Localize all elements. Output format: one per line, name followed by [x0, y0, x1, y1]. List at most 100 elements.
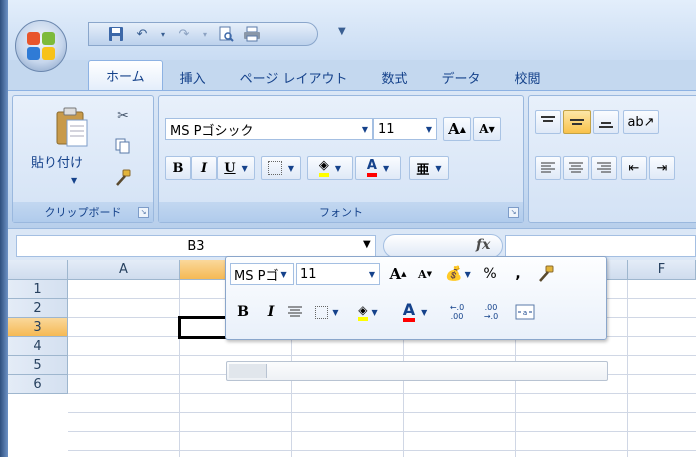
mini-font-color-dropdown-icon[interactable]: ▼: [421, 308, 427, 317]
italic-button[interactable]: I: [191, 156, 217, 180]
underline-button[interactable]: U ▼: [217, 156, 255, 180]
tab-review[interactable]: 校閲: [498, 64, 558, 90]
borders-dropdown-icon[interactable]: ▼: [288, 164, 294, 173]
font-dialog-launcher-icon[interactable]: ↘: [508, 207, 519, 218]
mini-bold-button[interactable]: B: [232, 301, 254, 323]
redo-dropdown-icon[interactable]: ▾: [201, 26, 209, 42]
mini-center-button[interactable]: [284, 301, 306, 323]
fill-color-dropdown-icon[interactable]: ▼: [335, 164, 341, 173]
mini-borders-dropdown-icon[interactable]: ▼: [332, 308, 338, 317]
tab-page-layout[interactable]: ページ レイアウト: [223, 64, 365, 90]
mini-font-name-dropdown-icon[interactable]: ▼: [280, 270, 286, 279]
mini-grow-font-button[interactable]: A ▲: [386, 263, 410, 285]
office-button[interactable]: [15, 20, 67, 72]
orientation-button[interactable]: ab↗: [623, 110, 659, 134]
align-center-button[interactable]: [563, 156, 589, 180]
bold-button[interactable]: B: [165, 156, 191, 180]
mini-decrease-decimal-button[interactable]: .00 →.0: [476, 301, 506, 323]
grow-font-button[interactable]: A ▲: [443, 117, 471, 141]
borders-button[interactable]: ▼: [261, 156, 301, 180]
increase-indent-button[interactable]: ⇥: [649, 156, 675, 180]
align-right-button[interactable]: [591, 156, 617, 180]
cut-icon[interactable]: ✂: [113, 106, 133, 126]
paste-button-label[interactable]: 貼り付け: [31, 152, 83, 171]
row-header-5[interactable]: 5: [8, 356, 68, 375]
align-left-icon: [541, 162, 555, 173]
font-name-combo[interactable]: MS Pゴシック ▼: [165, 118, 373, 140]
mini-merge-center-button[interactable]: a: [512, 301, 538, 323]
align-center-icon: [569, 162, 583, 173]
row-header-3[interactable]: 3: [8, 318, 68, 337]
mini-format-painter-button[interactable]: [534, 263, 558, 285]
font-color-icon: A: [366, 159, 377, 177]
mini-percent-button[interactable]: %: [478, 263, 502, 285]
phonetic-button[interactable]: 亜 ▼: [409, 156, 449, 180]
input-suggestion-strip[interactable]: [226, 361, 608, 381]
redo-icon[interactable]: ↷: [175, 26, 193, 42]
name-box[interactable]: B3: [16, 235, 376, 257]
quick-access-toolbar: ↶ ▾ ↷ ▾: [88, 22, 318, 46]
row-header-1[interactable]: 1: [8, 280, 68, 299]
formula-input[interactable]: [505, 235, 696, 257]
row-header-2[interactable]: 2: [8, 299, 68, 318]
increase-indent-icon: ⇥: [656, 160, 668, 176]
clipboard-group-label: クリップボード: [13, 202, 153, 222]
row-header-4[interactable]: 4: [8, 337, 68, 356]
font-color-button[interactable]: A ▼: [355, 156, 401, 180]
print-preview-icon[interactable]: [217, 26, 235, 42]
tab-data[interactable]: データ: [425, 64, 498, 90]
customize-qat-icon[interactable]: ▼: [338, 26, 346, 37]
paste-icon[interactable]: [55, 106, 89, 147]
mini-increase-decimal-button[interactable]: ←.0 .00: [442, 301, 472, 323]
mini-fill-bucket-icon: ◈: [358, 303, 368, 321]
select-all-corner[interactable]: [8, 260, 68, 280]
mini-fill-color-button[interactable]: ◈ ▼: [348, 301, 388, 323]
align-left-button[interactable]: [535, 156, 561, 180]
mini-font-size-dropdown-icon[interactable]: ▼: [369, 270, 375, 279]
clipboard-dialog-launcher-icon[interactable]: ↘: [138, 207, 149, 218]
mini-italic-button[interactable]: I: [260, 301, 282, 323]
accounting-format-dropdown-icon[interactable]: ▼: [465, 270, 471, 279]
format-painter-icon[interactable]: [113, 168, 133, 188]
mini-font-size-combo[interactable]: 11 ▼: [296, 263, 380, 285]
font-size-dropdown-icon[interactable]: ▼: [422, 119, 436, 139]
name-box-dropdown-icon[interactable]: ▼: [363, 239, 371, 250]
align-top-icon: [541, 116, 555, 122]
mini-accounting-format-button[interactable]: 💰 ▼: [440, 263, 476, 285]
align-right-icon: [597, 162, 611, 173]
tab-formulas[interactable]: 数式: [365, 64, 425, 90]
mini-fill-color-dropdown-icon[interactable]: ▼: [372, 308, 378, 317]
row-header-6[interactable]: 6: [8, 375, 68, 394]
undo-dropdown-icon[interactable]: ▾: [159, 26, 167, 42]
font-size-combo[interactable]: 11 ▼: [373, 118, 437, 140]
undo-icon[interactable]: ↶: [133, 26, 151, 42]
phonetic-dropdown-icon[interactable]: ▼: [435, 164, 441, 173]
copy-icon[interactable]: [113, 136, 133, 156]
mini-toolbar: MS Pゴ ▼ 11 ▼ A ▲ A ▼ 💰 ▼ % , B I ▼ ◈ ▼ A ▼: [225, 256, 607, 340]
insert-function-icon[interactable]: fx: [476, 237, 490, 253]
quick-print-icon[interactable]: [243, 26, 261, 42]
fill-color-button[interactable]: ◈ ▼: [307, 156, 353, 180]
mini-shrink-font-button[interactable]: A ▼: [414, 263, 436, 285]
clipboard-group: 貼り付け ▼ ✂ クリップボード ↘: [12, 95, 154, 223]
font-color-dropdown-icon[interactable]: ▼: [383, 164, 389, 173]
borders-icon: [267, 161, 282, 175]
align-bottom-button[interactable]: [593, 110, 619, 134]
decrease-indent-button[interactable]: ⇤: [621, 156, 647, 180]
underline-dropdown-icon[interactable]: ▼: [242, 164, 248, 173]
paste-dropdown-icon[interactable]: ▼: [71, 176, 77, 185]
font-name-dropdown-icon[interactable]: ▼: [358, 119, 372, 139]
tab-home[interactable]: ホーム: [88, 60, 163, 90]
mini-borders-button[interactable]: ▼: [310, 301, 344, 323]
column-header-a[interactable]: A: [68, 260, 180, 280]
mini-comma-button[interactable]: ,: [506, 263, 530, 285]
column-header-f[interactable]: F: [628, 260, 696, 280]
align-top-button[interactable]: [535, 110, 561, 134]
shrink-font-button[interactable]: A ▼: [473, 117, 501, 141]
save-icon[interactable]: [107, 26, 125, 42]
tab-insert[interactable]: 挿入: [163, 64, 223, 90]
align-middle-button[interactable]: [563, 110, 591, 134]
mini-font-name-combo[interactable]: MS Pゴ ▼: [230, 263, 294, 285]
mini-font-color-button[interactable]: A ▼: [392, 301, 438, 323]
accounting-format-icon: 💰: [445, 266, 463, 282]
